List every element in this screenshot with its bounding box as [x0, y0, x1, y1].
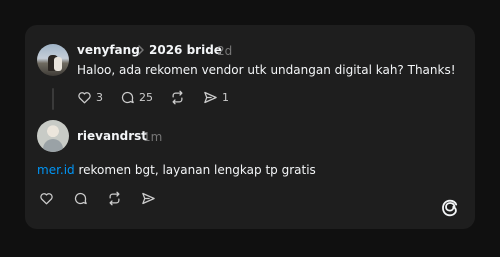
threads-logo-icon — [441, 198, 459, 218]
thread-connector-line — [52, 88, 54, 110]
like-count: 3 — [96, 91, 103, 104]
post-time[interactable]: 2d — [217, 44, 232, 58]
comment-button[interactable]: 25 — [120, 90, 153, 105]
comment-count: 25 — [139, 91, 153, 104]
mention-link[interactable]: mer.id — [37, 163, 75, 177]
repost-button[interactable] — [170, 90, 185, 105]
comment-icon — [120, 90, 135, 105]
reply-repost-button[interactable] — [107, 191, 122, 206]
repost-icon — [107, 191, 122, 206]
chevron-right-icon — [137, 44, 145, 58]
send-icon — [203, 90, 218, 105]
reply-time[interactable]: 1m — [143, 130, 162, 144]
share-button[interactable]: 1 — [203, 90, 229, 105]
thread-card: venyfang 2026 bride 2d Haloo, ada rekome… — [25, 25, 475, 229]
reply-comment-button[interactable] — [73, 191, 88, 206]
avatar-venyfang[interactable] — [37, 44, 69, 76]
heart-icon — [77, 90, 92, 105]
comment-icon — [73, 191, 88, 206]
post-username[interactable]: venyfang — [77, 43, 140, 57]
reply-like-button[interactable] — [39, 191, 54, 206]
post-topic-tag[interactable]: 2026 bride — [149, 43, 222, 57]
send-icon — [141, 191, 156, 206]
repost-icon — [170, 90, 185, 105]
reply-text-body: rekomen bgt, layanan lengkap tp gratis — [74, 163, 316, 177]
like-button[interactable]: 3 — [77, 90, 103, 105]
share-count: 1 — [222, 91, 229, 104]
post-text: Haloo, ada rekomen vendor utk undangan d… — [77, 63, 456, 77]
avatar-rievandrst[interactable] — [37, 120, 69, 152]
reply-share-button[interactable] — [141, 191, 156, 206]
reply-username[interactable]: rievandrst — [77, 129, 147, 143]
reply-text: mer.id rekomen bgt, layanan lengkap tp g… — [37, 163, 316, 177]
heart-icon — [39, 191, 54, 206]
